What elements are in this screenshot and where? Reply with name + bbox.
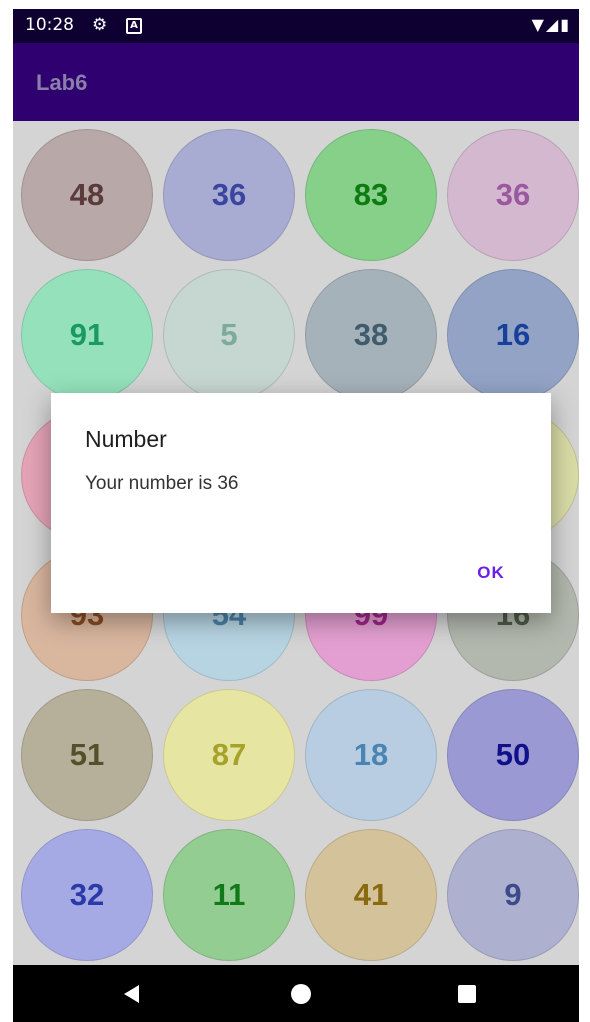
number-dialog: Number Your number is 36 OK: [51, 393, 551, 613]
recents-square-icon: [458, 984, 476, 1003]
navigation-bar: [13, 965, 579, 1022]
recents-button[interactable]: [427, 965, 507, 1022]
home-button[interactable]: [261, 965, 341, 1022]
dialog-message: Your number is 36: [85, 473, 239, 494]
home-circle-icon: [291, 983, 311, 1004]
back-button[interactable]: [92, 965, 172, 1022]
back-triangle-icon: [124, 984, 139, 1003]
dialog-title: Number: [85, 426, 167, 452]
phone-screen: 10:28 ⚙ A ▼◢▮ Lab6 48 36 83 36 91 5 38 16 93 54 99…: [13, 9, 579, 1022]
ok-button[interactable]: OK: [465, 555, 517, 591]
